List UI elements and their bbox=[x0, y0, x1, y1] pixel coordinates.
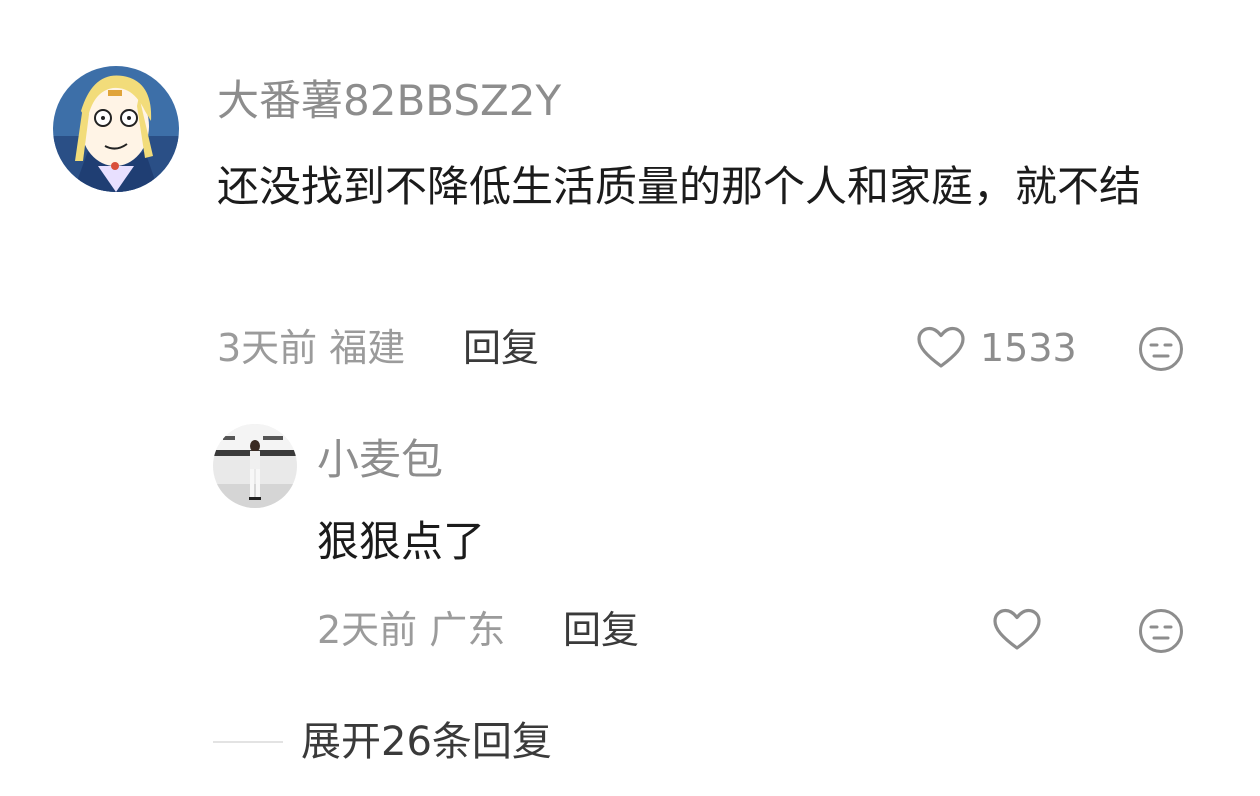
like-button[interactable] bbox=[916, 326, 966, 370]
comment-text: 还没找到不降低生活质量的那个人和家庭，就不结 bbox=[217, 162, 1142, 211]
reply-dislike-button[interactable] bbox=[1138, 608, 1184, 654]
reply-text: 狠狠点了 bbox=[317, 517, 486, 566]
expand-replies-button[interactable]: 展开26条回复 bbox=[301, 718, 552, 766]
avatar[interactable] bbox=[53, 66, 179, 192]
meh-face-icon bbox=[1139, 609, 1183, 653]
reply-avatar[interactable] bbox=[213, 424, 297, 508]
photo-avatar-icon bbox=[213, 424, 297, 508]
reply-username[interactable]: 小麦包 bbox=[317, 436, 443, 484]
expand-divider bbox=[213, 741, 283, 743]
comment-time: 3天前 bbox=[217, 326, 318, 370]
reply-location: 广东 bbox=[429, 608, 506, 652]
comment-timestamp: 3天前 福建 bbox=[217, 325, 405, 371]
reply-time: 2天前 bbox=[317, 608, 418, 652]
like-count: 1533 bbox=[980, 326, 1077, 370]
reply-button[interactable]: 回复 bbox=[463, 325, 539, 371]
cartoon-avatar-icon bbox=[53, 66, 179, 192]
heart-icon bbox=[993, 608, 1041, 650]
reply-reply-button[interactable]: 回复 bbox=[563, 607, 639, 653]
reply-timestamp: 2天前 广东 bbox=[317, 607, 505, 653]
comment-username[interactable]: 大番薯82BBSZ2Y bbox=[217, 77, 561, 125]
reply-like-button[interactable] bbox=[992, 608, 1042, 652]
heart-icon bbox=[917, 326, 965, 368]
dislike-button[interactable] bbox=[1138, 326, 1184, 372]
meh-face-icon bbox=[1139, 327, 1183, 371]
comment-location: 福建 bbox=[329, 326, 406, 370]
